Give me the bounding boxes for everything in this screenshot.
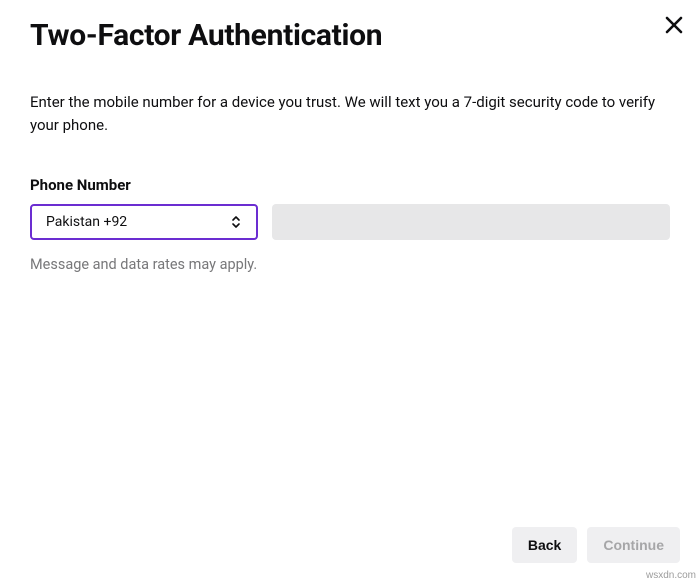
back-button[interactable]: Back <box>512 527 577 563</box>
phone-field-row: Pakistan +92 <box>30 204 670 240</box>
dialog-content: Two-Factor Authentication Enter the mobi… <box>0 0 700 273</box>
page-title: Two-Factor Authentication <box>30 18 670 53</box>
phone-number-label: Phone Number <box>30 176 670 194</box>
watermark-text: wsxdn.com <box>646 570 696 581</box>
country-code-select[interactable]: Pakistan +92 <box>30 204 258 240</box>
stepper-icon <box>230 213 242 231</box>
country-selected-value: Pakistan +92 <box>46 214 230 230</box>
dialog-footer: Back Continue <box>512 527 680 563</box>
close-icon <box>664 15 684 38</box>
description-text: Enter the mobile number for a device you… <box>30 91 670 138</box>
phone-number-input[interactable] <box>272 204 670 240</box>
helper-text: Message and data rates may apply. <box>30 256 670 273</box>
close-button[interactable] <box>660 12 688 40</box>
continue-button[interactable]: Continue <box>587 527 680 563</box>
